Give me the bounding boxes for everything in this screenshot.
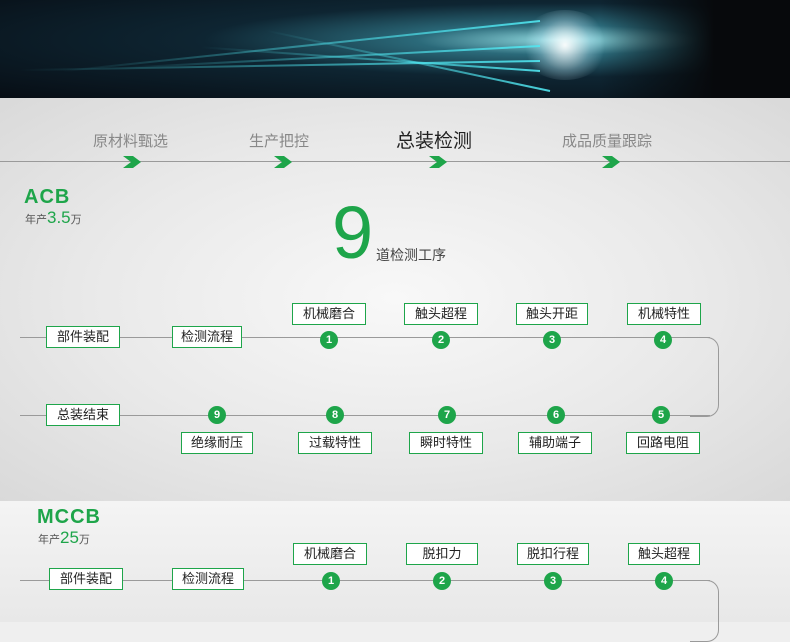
output-prefix: 年产	[25, 214, 47, 226]
output-unit: 万	[70, 214, 82, 226]
flow-line-bend	[690, 580, 719, 642]
output-unit: 万	[78, 534, 90, 546]
mccb-step-number: 4	[655, 572, 673, 590]
chevron-right-icon	[123, 156, 141, 168]
tab-raw-materials[interactable]: 原材料甄选	[93, 130, 168, 151]
acb-step-number: 7	[438, 406, 456, 424]
flow-line-bend	[690, 337, 719, 417]
tab-quality-tracking[interactable]: 成品质量跟踪	[562, 130, 652, 151]
mccb-step-number: 1	[322, 572, 340, 590]
mccb-step-number: 2	[433, 572, 451, 590]
acb-step-label: 机械特性	[627, 303, 701, 325]
acb-step-number: 5	[652, 406, 670, 424]
mccb-step-label: 机械磨合	[293, 543, 367, 565]
mccb-step-label: 触头超程	[628, 543, 700, 565]
mccb-step-label: 脱扣行程	[517, 543, 589, 565]
tab-assembly-inspection[interactable]: 总装检测	[396, 126, 472, 153]
acb-step-label: 过载特性	[298, 432, 372, 454]
acb-step-number: 3	[543, 331, 561, 349]
tabs-divider	[0, 161, 790, 162]
tab-production-control[interactable]: 生产把控	[249, 130, 309, 151]
acb-step-label: 辅助端子	[518, 432, 592, 454]
assembly-start: 部件装配	[46, 326, 120, 348]
chevron-right-icon	[429, 156, 447, 168]
output-prefix: 年产	[38, 534, 60, 546]
acb-title: ACB	[24, 186, 71, 208]
acb-step-label: 机械磨合	[292, 303, 366, 325]
acb-step-number: 2	[432, 331, 450, 349]
mccb-step-label: 脱扣力	[406, 543, 478, 565]
acb-step-label: 触头超程	[404, 303, 478, 325]
acb-step-number: 6	[547, 406, 565, 424]
acb-step-label: 回路电阻	[626, 432, 700, 454]
acb-step-number: 4	[654, 331, 672, 349]
inspection-flow: 检测流程	[172, 326, 242, 348]
acb-step-number: 1	[320, 331, 338, 349]
assembly-start: 部件装配	[49, 568, 123, 590]
acb-annual-output: 年产3.5万	[25, 208, 82, 228]
hero-shadow	[600, 0, 790, 98]
output-number: 25	[60, 528, 79, 547]
acb-step-number: 8	[326, 406, 344, 424]
acb-step-number: 9	[208, 406, 226, 424]
flow-line-top	[20, 580, 710, 581]
acb-step-label: 绝缘耐压	[181, 432, 253, 454]
mccb-annual-output: 年产25万	[38, 528, 90, 548]
mccb-step-number: 3	[544, 572, 562, 590]
flow-line-top	[20, 337, 710, 338]
acb-step-label: 瞬时特性	[409, 432, 483, 454]
mccb-title: MCCB	[37, 506, 101, 528]
inspection-count-caption: 道检测工序	[376, 247, 446, 263]
inspection-flow: 检测流程	[172, 568, 244, 590]
chevron-right-icon	[602, 156, 620, 168]
acb-step-label: 触头开距	[516, 303, 588, 325]
assembly-end: 总装结束	[46, 404, 120, 426]
chevron-right-icon	[274, 156, 292, 168]
output-number: 3.5	[47, 208, 71, 227]
hero-banner	[0, 0, 790, 98]
inspection-count: 9	[332, 191, 374, 274]
flow-line-bottom	[20, 415, 710, 416]
